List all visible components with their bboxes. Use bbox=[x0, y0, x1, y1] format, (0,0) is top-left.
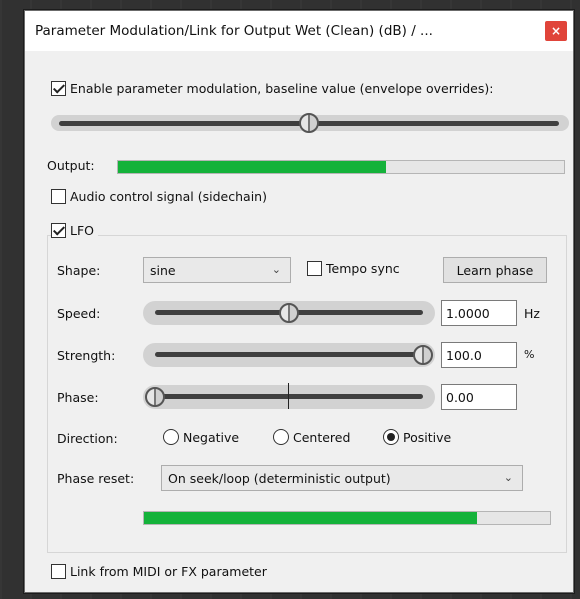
direction-centered-option[interactable]: Centered bbox=[273, 429, 350, 445]
phase-input[interactable]: 0.00 bbox=[441, 384, 517, 410]
tempo-sync-row[interactable]: Tempo sync bbox=[307, 261, 400, 276]
direction-negative-radio[interactable] bbox=[163, 429, 179, 445]
audio-control-checkbox[interactable] bbox=[51, 189, 66, 204]
direction-positive-radio[interactable] bbox=[383, 429, 399, 445]
shape-value: sine bbox=[150, 262, 176, 278]
direction-negative-option[interactable]: Negative bbox=[163, 429, 239, 445]
direction-positive-label: Positive bbox=[403, 429, 452, 445]
lfo-checkbox[interactable] bbox=[51, 223, 66, 238]
strength-unit: % bbox=[524, 348, 535, 361]
strength-slider-knob[interactable] bbox=[413, 345, 433, 365]
enable-modulation-row[interactable]: Enable parameter modulation, baseline va… bbox=[51, 81, 493, 96]
direction-negative-label: Negative bbox=[183, 429, 240, 445]
close-button[interactable]: × bbox=[545, 21, 567, 41]
direction-centered-radio[interactable] bbox=[273, 429, 289, 445]
phase-reset-value: On seek/loop (deterministic output) bbox=[168, 470, 391, 486]
lfo-row[interactable]: LFO bbox=[51, 223, 98, 238]
parameter-modulation-dialog: Parameter Modulation/Link for Output Wet… bbox=[24, 10, 574, 593]
audio-control-row[interactable]: Audio control signal (sidechain) bbox=[51, 189, 267, 204]
output-label: Output: bbox=[47, 158, 95, 173]
enable-modulation-label: Enable parameter modulation, baseline va… bbox=[70, 81, 494, 96]
direction-positive-option[interactable]: Positive bbox=[383, 429, 451, 445]
window-title: Parameter Modulation/Link for Output Wet… bbox=[35, 23, 433, 39]
tempo-sync-label: Tempo sync bbox=[326, 261, 400, 276]
speed-slider-knob[interactable] bbox=[279, 303, 299, 323]
phase-slider-line bbox=[155, 394, 423, 399]
output-meter-fill bbox=[118, 161, 386, 173]
speed-input[interactable]: 1.0000 bbox=[441, 300, 517, 326]
speed-label: Speed: bbox=[57, 306, 101, 321]
learn-phase-button[interactable]: Learn phase bbox=[443, 257, 547, 283]
output-meter bbox=[117, 160, 565, 174]
phase-label: Phase: bbox=[57, 390, 99, 405]
baseline-slider-knob[interactable] bbox=[299, 113, 319, 133]
enable-modulation-checkbox[interactable] bbox=[51, 81, 66, 96]
strength-input[interactable]: 100.0 bbox=[441, 342, 517, 368]
lfo-meter bbox=[143, 511, 551, 525]
lfo-label: LFO bbox=[70, 223, 94, 238]
speed-unit: Hz bbox=[524, 306, 540, 321]
lfo-meter-fill bbox=[144, 512, 477, 524]
chevron-down-icon: ⌄ bbox=[503, 471, 513, 484]
link-midi-label: Link from MIDI or FX parameter bbox=[70, 564, 267, 579]
direction-centered-label: Centered bbox=[293, 429, 351, 445]
title-bar[interactable]: Parameter Modulation/Link for Output Wet… bbox=[25, 11, 573, 51]
phase-center-tick bbox=[288, 383, 289, 409]
strength-label: Strength: bbox=[57, 348, 116, 363]
phase-reset-label: Phase reset: bbox=[57, 471, 135, 486]
link-midi-checkbox[interactable] bbox=[51, 564, 66, 579]
direction-label: Direction: bbox=[57, 431, 118, 446]
link-midi-row[interactable]: Link from MIDI or FX parameter bbox=[51, 564, 267, 579]
phase-reset-select[interactable]: On seek/loop (deterministic output) ⌄ bbox=[161, 465, 523, 491]
chevron-down-icon: ⌄ bbox=[271, 263, 281, 276]
phase-slider-knob[interactable] bbox=[145, 387, 165, 407]
shape-select[interactable]: sine ⌄ bbox=[143, 257, 291, 283]
audio-control-label: Audio control signal (sidechain) bbox=[70, 189, 267, 204]
shape-label: Shape: bbox=[57, 263, 101, 278]
strength-slider-line bbox=[155, 352, 423, 357]
tempo-sync-checkbox[interactable] bbox=[307, 261, 322, 276]
